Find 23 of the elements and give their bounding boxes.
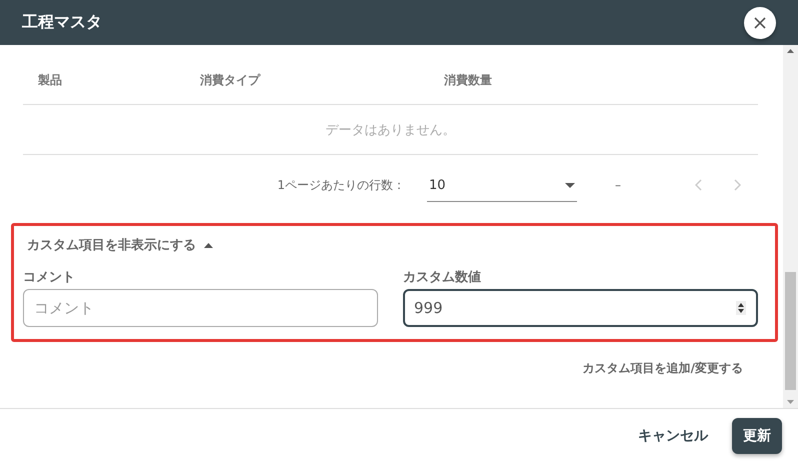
- window-title: 工程マスタ: [22, 12, 102, 33]
- close-button[interactable]: [744, 6, 776, 38]
- cancel-button[interactable]: キャンセル: [628, 418, 718, 454]
- scrollbar-thumb[interactable]: [785, 272, 796, 390]
- field-label: カスタム数値: [403, 269, 482, 286]
- empty-message: データはありません。: [326, 122, 456, 138]
- field-label: コメント: [23, 269, 76, 286]
- text-field[interactable]: コメント: [23, 289, 378, 327]
- number-field[interactable]: 999: [403, 289, 758, 327]
- column-header: 消費タイプ: [200, 72, 262, 89]
- column-header: 製品: [38, 72, 63, 89]
- close-icon: [754, 16, 766, 28]
- dropdown-caret-icon: [565, 183, 575, 188]
- rows-per-page-label: 1ページあたりの行数：: [277, 176, 405, 194]
- add-custom-fields-link[interactable]: カスタム項目を追加/変更する: [582, 360, 743, 377]
- page-range: –: [615, 178, 621, 192]
- column-header: 消費数量: [444, 72, 493, 89]
- scroll-up-icon[interactable]: [787, 49, 794, 53]
- update-button[interactable]: 更新: [732, 418, 782, 454]
- rows-per-page-select[interactable]: 10: [427, 170, 577, 202]
- spinner-icon[interactable]: [736, 301, 746, 315]
- hide-custom-fields-toggle[interactable]: カスタム項目を非表示にする: [23, 232, 213, 258]
- scroll-down-icon[interactable]: [787, 400, 794, 404]
